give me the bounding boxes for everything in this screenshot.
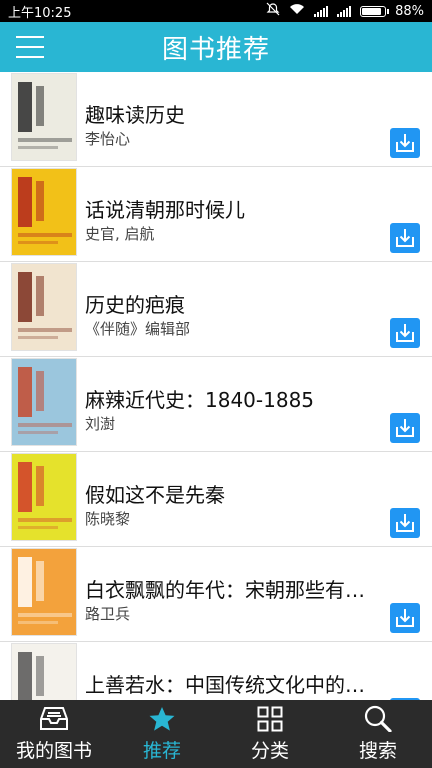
bottom-nav: 我的图书 推荐 分类 搜索 — [0, 700, 432, 768]
download-icon — [396, 324, 414, 342]
book-author: 陈晓黎 — [85, 510, 131, 528]
book-item[interactable]: 历史的疤痕 《伴随》编辑部 — [0, 262, 432, 357]
book-title[interactable]: 话说清朝那时候儿 — [85, 194, 380, 223]
signal-icon — [314, 5, 329, 17]
status-bar: 上午10:25 88% — [0, 0, 432, 22]
grid-icon — [257, 706, 283, 732]
menu-icon[interactable] — [16, 33, 44, 61]
cover-art — [12, 169, 76, 255]
cover-art — [12, 264, 76, 350]
battery-level: 88% — [395, 3, 424, 19]
cover-art — [12, 644, 76, 700]
download-icon — [396, 419, 414, 437]
book-cover[interactable] — [11, 358, 77, 446]
nav-recommend[interactable]: 推荐 — [108, 700, 216, 768]
nav-label: 推荐 — [142, 740, 181, 762]
mute-icon — [266, 2, 280, 20]
battery-icon — [360, 5, 390, 17]
book-cover[interactable] — [11, 548, 77, 636]
download-button[interactable] — [390, 508, 420, 538]
book-item[interactable]: 白衣飘飘的年代：宋朝那些有趣的人和事 路卫兵 — [0, 547, 432, 642]
book-item[interactable]: 麻辣近代史：1840-1885 刘澍 — [0, 357, 432, 452]
book-author: 李怡心 — [85, 130, 131, 148]
cover-art — [12, 549, 76, 635]
book-title[interactable]: 麻辣近代史：1840-1885 — [85, 384, 380, 413]
book-cover[interactable] — [11, 453, 77, 541]
page-title: 图书推荐 — [161, 34, 270, 65]
book-cover[interactable] — [11, 73, 77, 161]
download-icon — [396, 609, 414, 627]
nav-my-books[interactable]: 我的图书 — [0, 700, 108, 768]
book-cover[interactable] — [11, 263, 77, 351]
book-item[interactable]: 假如这不是先秦 陈晓黎 — [0, 452, 432, 547]
signal-icon-2 — [337, 5, 352, 17]
book-author: 路卫兵 — [85, 605, 131, 623]
status-time: 上午10:25 — [8, 5, 72, 21]
nav-label: 我的图书 — [15, 740, 92, 762]
cover-art — [12, 74, 76, 160]
book-author: 史官, 启航 — [85, 225, 155, 243]
search-icon — [364, 705, 392, 732]
download-icon — [396, 134, 414, 152]
book-title[interactable]: 上善若水：中国传统文化中的智慧 — [85, 669, 380, 698]
book-cover[interactable] — [11, 168, 77, 256]
download-button[interactable] — [390, 603, 420, 633]
download-button[interactable] — [390, 128, 420, 158]
cover-art — [12, 454, 76, 540]
book-author: 《伴随》编辑部 — [85, 320, 191, 338]
book-title[interactable]: 假如这不是先秦 — [85, 479, 380, 508]
book-title[interactable]: 白衣飘飘的年代：宋朝那些有趣的人和事 — [85, 574, 380, 603]
book-cover[interactable] — [11, 643, 77, 700]
book-author: 刘澍 — [85, 415, 116, 433]
book-list[interactable]: 趣味读历史 李怡心 话说清朝那时候儿 史官, 启航 历史的疤痕 《伴随》编辑部 … — [0, 72, 432, 700]
nav-category[interactable]: 分类 — [216, 700, 324, 768]
nav-label: 分类 — [250, 740, 289, 762]
app-header: 图书推荐 — [0, 22, 432, 72]
status-icons: 88% — [266, 2, 424, 20]
star-icon — [149, 707, 175, 731]
download-button[interactable] — [390, 413, 420, 443]
book-item[interactable]: 话说清朝那时候儿 史官, 启航 — [0, 167, 432, 262]
download-icon — [396, 229, 414, 247]
download-icon — [396, 514, 414, 532]
book-item[interactable]: 趣味读历史 李怡心 — [0, 72, 432, 167]
nav-search[interactable]: 搜索 — [324, 700, 432, 768]
cover-art — [12, 359, 76, 445]
book-title[interactable]: 历史的疤痕 — [85, 289, 380, 318]
download-button[interactable] — [390, 223, 420, 253]
download-button[interactable] — [390, 318, 420, 348]
wifi-icon — [289, 3, 305, 19]
nav-label: 搜索 — [358, 740, 397, 762]
book-title[interactable]: 趣味读历史 — [85, 99, 380, 128]
tray-icon — [40, 707, 68, 730]
book-item[interactable]: 上善若水：中国传统文化中的智慧 — [0, 642, 432, 700]
